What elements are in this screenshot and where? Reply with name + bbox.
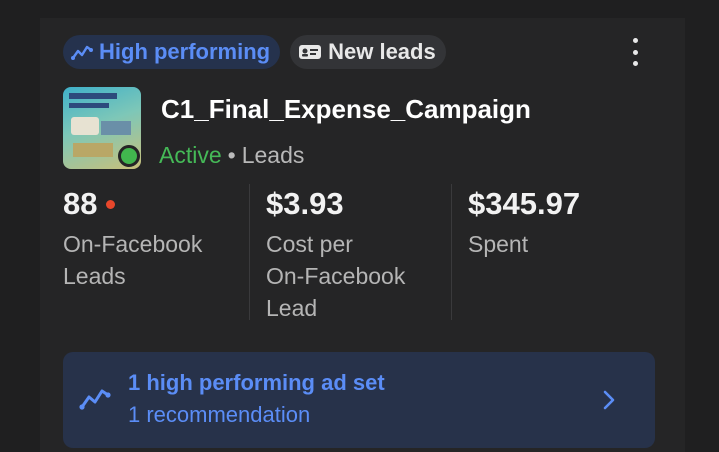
metric-leads-value: 88 <box>63 186 98 221</box>
trend-line-icon <box>71 43 93 61</box>
metric-cost-value: $3.93 <box>266 186 344 221</box>
status-separator: • <box>227 142 236 168</box>
metric-cost-per-lead[interactable]: $3.93 Cost per On-Facebook Lead <box>266 186 405 324</box>
chevron-right-icon[interactable] <box>601 388 617 417</box>
lead-card-icon <box>298 43 322 61</box>
high-performing-badge[interactable]: High performing <box>63 35 281 69</box>
badge-row: High performing New leads <box>63 35 446 69</box>
recommendation-banner[interactable]: 1 high performing ad set 1 recommendatio… <box>63 352 655 448</box>
recommendation-subtitle: 1 recommendation <box>128 402 311 427</box>
metric-spent-label: Spent <box>468 231 529 257</box>
metric-cost-label: Lead <box>266 295 318 321</box>
new-leads-label: New leads <box>328 39 436 64</box>
metric-leads-label: Leads <box>63 263 126 289</box>
new-leads-badge[interactable]: New leads <box>290 35 446 69</box>
status-active: Active <box>159 142 222 168</box>
metric-leads[interactable]: 88 On-Facebook Leads <box>63 186 202 292</box>
more-vertical-icon[interactable] <box>625 38 645 66</box>
metric-divider <box>249 184 250 320</box>
new-indicator-dot <box>106 199 116 209</box>
metric-spent[interactable]: $345.97 Spent <box>468 186 580 260</box>
recommendation-title: 1 high performing ad set <box>128 370 385 395</box>
metric-cost-label: On-Facebook <box>266 263 406 289</box>
metric-spent-value: $345.97 <box>468 186 581 221</box>
active-status-dot <box>118 145 140 167</box>
campaign-name[interactable]: C1_Final_Expense_Campaign <box>161 94 531 125</box>
metric-divider <box>451 184 452 320</box>
high-performing-label: High performing <box>99 39 271 64</box>
trend-line-icon <box>79 385 111 416</box>
campaign-objective: Leads <box>241 142 305 168</box>
metric-leads-label: On-Facebook <box>63 231 203 257</box>
metric-cost-label: Cost per <box>266 231 353 257</box>
campaign-status-line: Active • Leads <box>159 142 304 169</box>
